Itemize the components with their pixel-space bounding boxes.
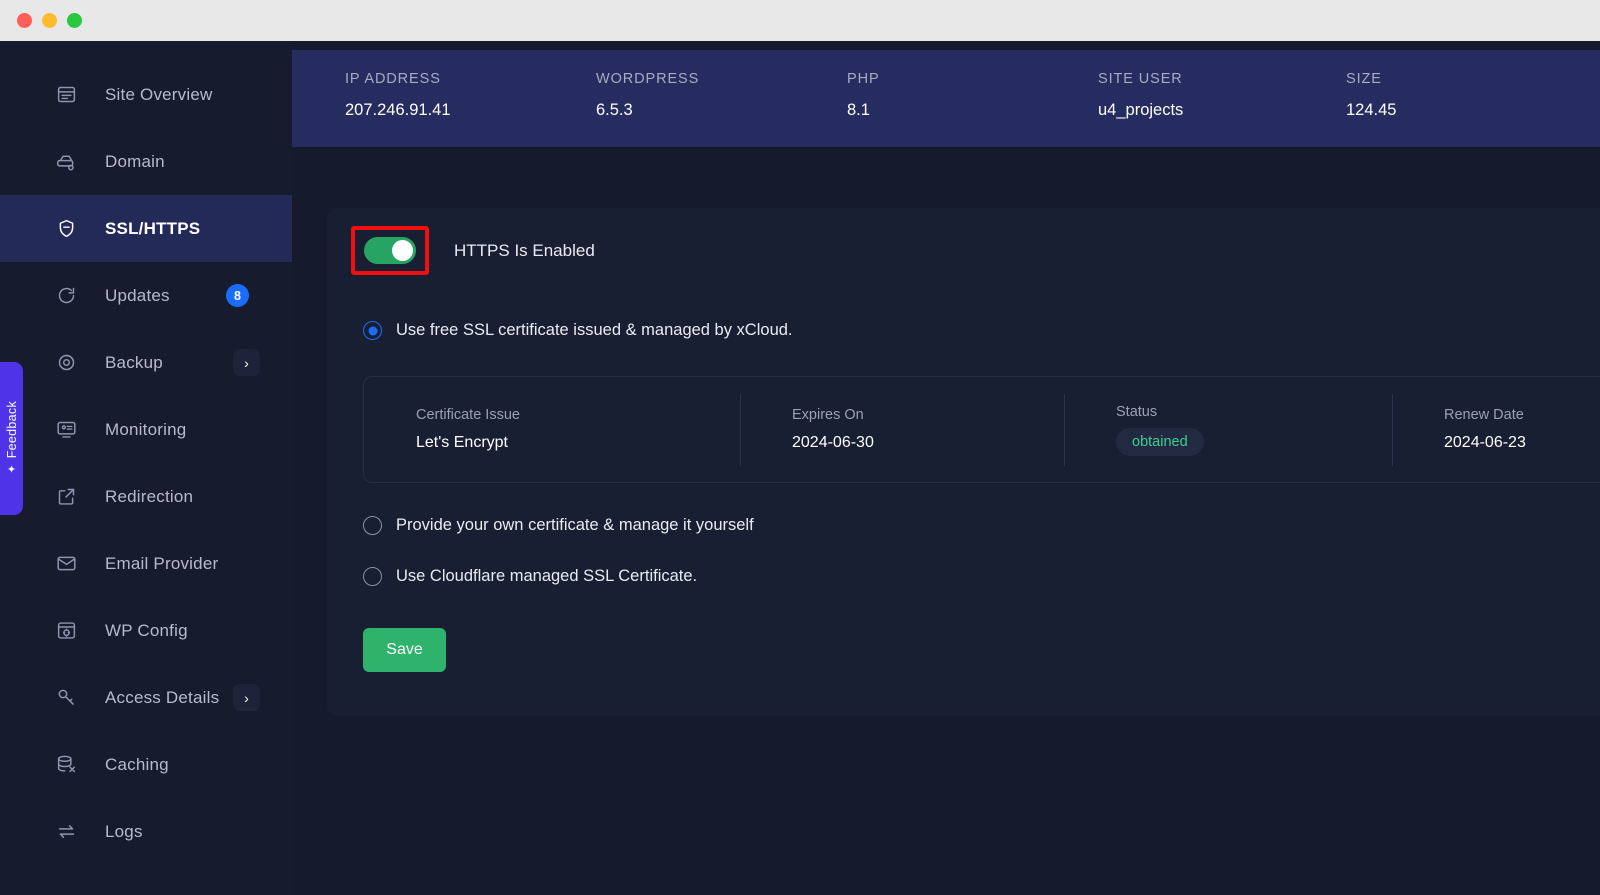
cert-field-label: Renew Date — [1444, 407, 1524, 423]
sidebar-item-label: SSL/HTTPS — [105, 218, 201, 238]
radio-option-free-ssl[interactable]: Use free SSL certificate issued & manage… — [363, 321, 793, 340]
info-value: 207.246.91.41 — [345, 101, 451, 119]
cert-field-1: Expires On 2024-06-30 — [740, 393, 874, 466]
sidebar-item-label: Redirection — [105, 486, 194, 506]
cert-divider — [740, 395, 741, 466]
radio-option-cloudflare-ssl[interactable]: Use Cloudflare managed SSL Certificate. — [363, 567, 697, 586]
info-label: PHP — [847, 71, 880, 87]
minimize-window-button[interactable] — [42, 13, 57, 28]
info-value: u4_projects — [1098, 101, 1184, 119]
sidebar-item-redirection[interactable]: Redirection — [0, 463, 292, 530]
feedback-tab-label: Feedback — [4, 401, 19, 459]
radio-icon-free-ssl[interactable] — [363, 321, 382, 340]
external-link-icon — [55, 486, 77, 508]
refresh-icon — [55, 285, 77, 307]
monitor-icon — [55, 419, 77, 441]
cert-divider — [1392, 395, 1393, 466]
sidebar-item-label: Access Details — [105, 687, 220, 707]
info-value: 124.45 — [1346, 101, 1397, 119]
wp-config-icon — [55, 620, 77, 642]
sidebar-item-ssl-https[interactable]: SSL/HTTPS — [0, 195, 292, 262]
cert-field-value: Let's Encrypt — [416, 434, 508, 451]
database-icon — [55, 754, 77, 776]
info-column-2: PHP 8.1 — [847, 71, 880, 120]
sidebar-item-email-provider[interactable]: Email Provider — [0, 530, 292, 597]
chevron-right-icon[interactable]: › — [233, 349, 260, 376]
sidebar-item-label: Backup — [105, 352, 163, 372]
save-button[interactable]: Save — [363, 628, 446, 672]
cert-field-2: Status obtained — [1064, 393, 1204, 466]
radio-label-own-cert: Provide your own certificate & manage it… — [396, 516, 754, 534]
status-badge: obtained — [1116, 427, 1204, 456]
cert-divider — [1064, 395, 1065, 466]
sidebar-item-caching[interactable]: Caching — [0, 731, 292, 798]
radio-label-free-ssl: Use free SSL certificate issued & manage… — [396, 321, 793, 339]
main-content: IP ADDRESS 207.246.91.41 WORDPRESS 6.5.3 PHP… — [292, 41, 1600, 895]
cert-field-3: Renew Date 2024-06-23 — [1392, 393, 1526, 466]
sidebar-item-label: Monitoring — [105, 419, 187, 439]
sidebar-item-label: WP Config — [105, 620, 188, 640]
window-titlebar — [0, 0, 1600, 41]
info-label: SIZE — [1346, 71, 1382, 87]
sidebar-item-wp-config[interactable]: WP Config — [0, 597, 292, 664]
info-value: 8.1 — [847, 101, 870, 119]
backup-icon — [55, 352, 77, 374]
sidebar-item-label: Domain — [105, 151, 165, 171]
sidebar-item-access-details[interactable]: Access Details › — [0, 664, 292, 731]
https-toggle-switch[interactable] — [364, 237, 416, 264]
https-toggle-row: HTTPS Is Enabled — [351, 226, 595, 275]
cert-field-label: Status — [1116, 403, 1158, 420]
sidebar-item-site-overview[interactable]: Site Overview — [0, 61, 292, 128]
mail-icon — [55, 553, 77, 575]
sidebar-item-domain[interactable]: Domain — [0, 128, 292, 195]
info-column-4: SIZE 124.45 — [1346, 71, 1396, 120]
app-window: Site Overview Domain SSL/HTTPS Updates 8 Back… — [0, 0, 1600, 895]
cert-field-label: Expires On — [792, 407, 864, 423]
sparkle-icon: ✦ — [6, 463, 17, 476]
sidebar-item-label: Caching — [105, 754, 169, 774]
cert-field-value: 2024-06-23 — [1444, 434, 1526, 451]
sidebar-item-backup[interactable]: Backup › — [0, 329, 292, 396]
cert-field-value: 2024-06-30 — [792, 434, 874, 451]
window-icon — [55, 84, 77, 106]
info-value: 6.5.3 — [596, 101, 633, 119]
radio-option-own-cert[interactable]: Provide your own certificate & manage it… — [363, 516, 754, 535]
cert-field-label: Certificate Issue — [416, 407, 520, 423]
sidebar-nav: Site Overview Domain SSL/HTTPS Updates 8 Back… — [0, 41, 292, 895]
info-label: WORDPRESS — [596, 71, 700, 87]
sidebar-item-label: Logs — [105, 821, 143, 841]
sidebar-item-monitoring[interactable]: Monitoring — [0, 396, 292, 463]
https-toggle-highlight — [351, 226, 429, 275]
radio-label-cloudflare-ssl: Use Cloudflare managed SSL Certificate. — [396, 567, 698, 585]
info-label: SITE USER — [1098, 71, 1183, 87]
domain-icon — [55, 151, 77, 173]
chevron-right-icon[interactable]: › — [233, 684, 260, 711]
sidebar-item-label: Site Overview — [105, 84, 213, 104]
sidebar-item-updates[interactable]: Updates 8 — [0, 262, 292, 329]
info-label: IP ADDRESS — [345, 71, 441, 87]
sidebar-item-label: Email Provider — [105, 553, 219, 573]
sidebar-badge-updates: 8 — [226, 284, 249, 307]
info-column-1: WORDPRESS 6.5.3 — [596, 71, 699, 120]
key-icon — [55, 687, 77, 709]
info-column-3: SITE USER u4_projects — [1098, 71, 1183, 120]
ssl-settings-card: HTTPS Is Enabled Use free SSL certificat… — [327, 208, 1600, 716]
maximize-window-button[interactable] — [67, 13, 82, 28]
shield-icon — [55, 218, 77, 240]
sidebar-item-label: Updates — [105, 285, 170, 305]
radio-icon-cloudflare-ssl[interactable] — [363, 567, 382, 586]
close-window-button[interactable] — [17, 13, 32, 28]
feedback-tab[interactable]: Feedback ✦ — [0, 362, 23, 515]
site-info-bar: IP ADDRESS 207.246.91.41 WORDPRESS 6.5.3 PHP… — [292, 50, 1600, 147]
info-column-0: IP ADDRESS 207.246.91.41 — [345, 71, 451, 120]
certificate-details-box: Certificate Issue Let's Encrypt Expires On… — [363, 376, 1600, 483]
sidebar-item-logs[interactable]: Logs — [0, 798, 292, 865]
https-toggle-label: HTTPS Is Enabled — [454, 240, 595, 260]
radio-icon-own-cert[interactable] — [363, 516, 382, 535]
cert-field-0: Certificate Issue Let's Encrypt — [364, 394, 520, 466]
arrows-swap-icon — [55, 821, 77, 843]
